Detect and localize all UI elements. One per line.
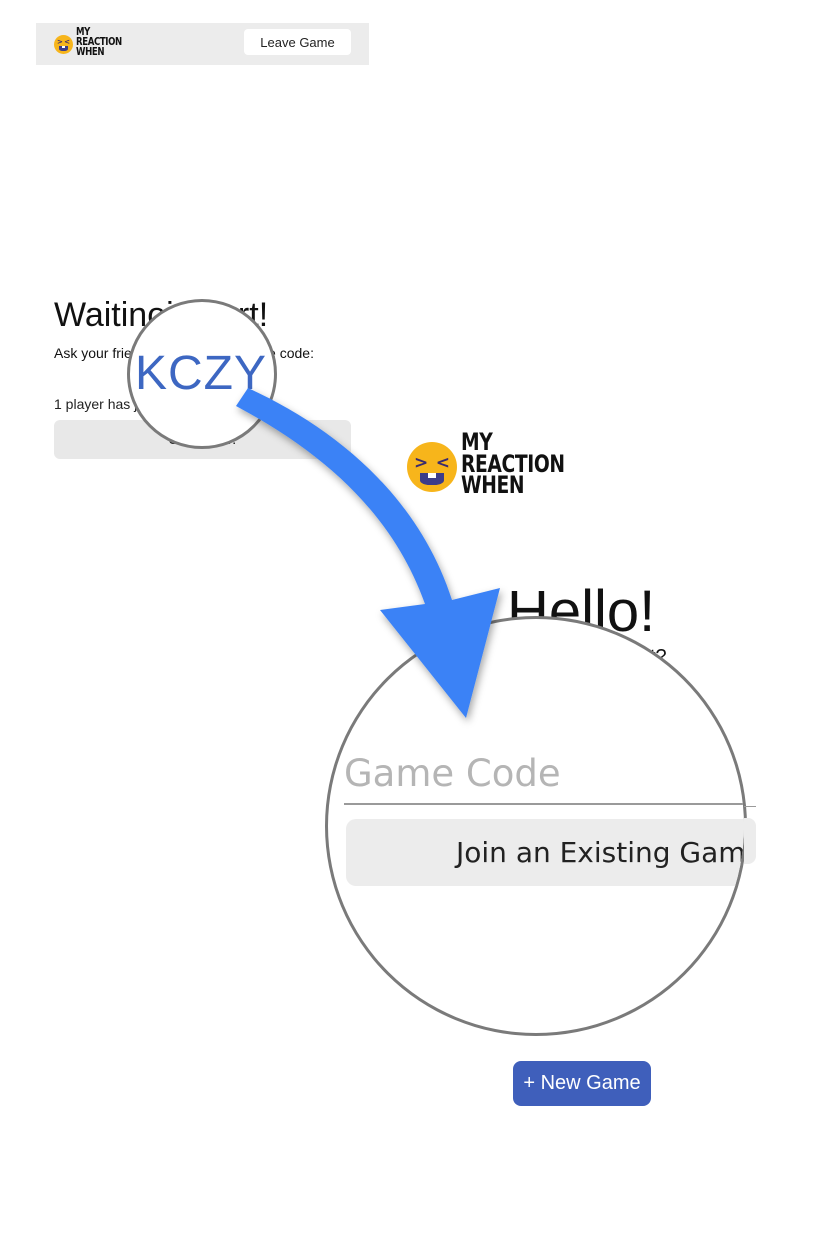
game-code-value: KCZY [135,347,268,400]
join-existing-game-button[interactable]: Join an Existing Game [346,819,744,886]
leave-game-button[interactable]: Leave Game [244,29,351,55]
logo-wordmark: MY REACTION WHEN [76,25,122,58]
main-logo: > < MY REACTION WHEN [407,428,594,500]
laughing-face-icon: > < [54,35,73,55]
magnifier-join-form: Join an Existing Game [325,616,747,1036]
logo-wordmark: MY REACTION WHEN [461,428,565,500]
curved-arrow-icon [236,388,500,718]
new-game-button[interactable]: + New Game [513,1061,651,1106]
magnifier-game-code: KCZY [127,299,277,449]
top-bar: > < MY REACTION WHEN Leave Game [36,23,369,65]
app-logo: > < MY REACTION WHEN [54,25,135,58]
share-code-text-start: Ask your frie [54,345,132,361]
game-code-input[interactable] [344,743,744,805]
join-button-extension [744,818,756,864]
input-underline-extension [744,806,756,807]
laughing-face-icon: > < [407,441,457,492]
player-count: 1 player has j [54,396,138,412]
